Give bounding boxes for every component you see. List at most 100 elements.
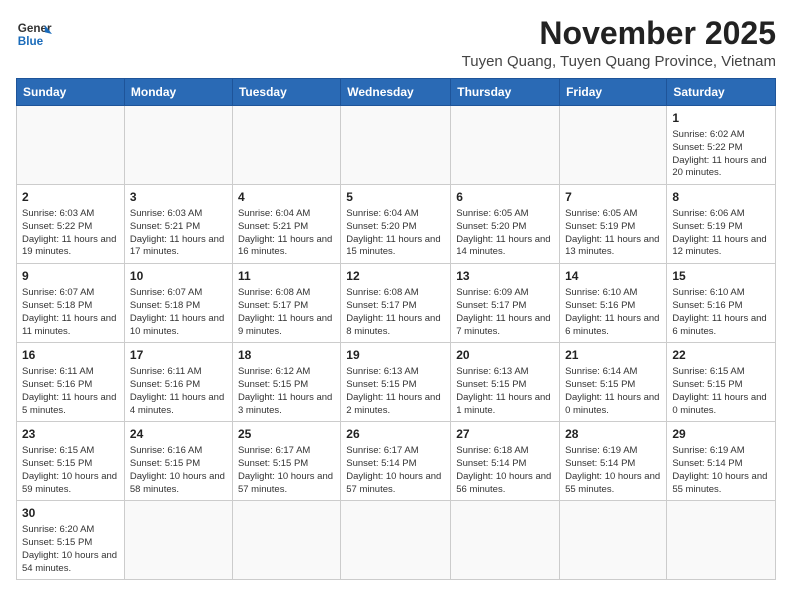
day-info: Sunrise: 6:17 AM Sunset: 5:14 PM Dayligh…	[346, 445, 445, 496]
calendar-cell: 22Sunrise: 6:15 AM Sunset: 5:15 PM Dayli…	[667, 343, 776, 422]
calendar-cell	[667, 501, 776, 580]
day-number: 3	[130, 189, 227, 206]
calendar-cell	[124, 501, 232, 580]
day-number: 17	[130, 347, 227, 364]
day-header-monday: Monday	[124, 79, 232, 106]
calendar-cell	[341, 501, 451, 580]
day-number: 16	[22, 347, 119, 364]
calendar-cell: 4 Sunrise: 6:04 AM Sunset: 5:21 PM Daylig…	[232, 185, 340, 264]
calendar-cell: 15 Sunrise: 6:10 AM Sunset: 5:16 PM Dayli…	[667, 264, 776, 343]
day-number: 5	[346, 189, 445, 206]
day-info: Sunrise: 6:09 AM Sunset: 5:17 PM Dayligh…	[456, 287, 554, 338]
calendar-cell: 2 Sunrise: 6:03 AM Sunset: 5:22 PM Daylig…	[17, 185, 125, 264]
day-number: 10	[130, 268, 227, 285]
day-header-thursday: Thursday	[451, 79, 560, 106]
day-number: 18	[238, 347, 335, 364]
day-number: 21	[565, 347, 661, 364]
day-info: Sunrise: 6:05 AM Sunset: 5:19 PM Dayligh…	[565, 208, 661, 259]
calendar-week-row: 16 Sunrise: 6:11 AM Sunset: 5:16 PM Dayli…	[17, 343, 776, 422]
svg-text:Blue: Blue	[18, 35, 44, 48]
day-number: 28	[565, 426, 661, 443]
day-number: 1	[672, 110, 770, 127]
day-info: Sunrise: 6:17 AM Sunset: 5:15 PM Dayligh…	[238, 445, 335, 496]
day-info: Sunrise: 6:04 AM Sunset: 5:21 PM Dayligh…	[238, 208, 335, 259]
day-info: Sunrise: 6:18 AM Sunset: 5:14 PM Dayligh…	[456, 445, 554, 496]
day-number: 11	[238, 268, 335, 285]
day-info: Sunrise: 6:11 AM Sunset: 5:16 PM Dayligh…	[22, 366, 119, 417]
day-info: Sunrise: 6:07 AM Sunset: 5:18 PM Dayligh…	[22, 287, 119, 338]
day-info: Sunrise: 6:06 AM Sunset: 5:19 PM Dayligh…	[672, 208, 770, 259]
day-number: 2	[22, 189, 119, 206]
day-info: Sunrise: 6:13 AM Sunset: 5:15 PM Dayligh…	[456, 366, 554, 417]
day-info: Sunrise: 6:11 AM Sunset: 5:16 PM Dayligh…	[130, 366, 227, 417]
day-info: Sunrise: 6:03 AM Sunset: 5:22 PM Dayligh…	[22, 208, 119, 259]
day-number: 25	[238, 426, 335, 443]
day-number: 14	[565, 268, 661, 285]
calendar-cell: 21 Sunrise: 6:14 AM Sunset: 5:15 PM Dayli…	[560, 343, 667, 422]
calendar-cell: 26 Sunrise: 6:17 AM Sunset: 5:14 PM Dayli…	[341, 422, 451, 501]
month-title: November 2025	[462, 16, 776, 51]
day-info: Sunrise: 6:12 AM Sunset: 5:15 PM Dayligh…	[238, 366, 335, 417]
day-number: 15	[672, 268, 770, 285]
calendar-week-row: 9 Sunrise: 6:07 AM Sunset: 5:18 PM Daylig…	[17, 264, 776, 343]
day-number: 9	[22, 268, 119, 285]
day-number: 26	[346, 426, 445, 443]
day-info: Sunrise: 6:20 AM Sunset: 5:15 PM Dayligh…	[22, 524, 119, 575]
calendar-cell: 27 Sunrise: 6:18 AM Sunset: 5:14 PM Dayli…	[451, 422, 560, 501]
day-info: Sunrise: 6:16 AM Sunset: 5:15 PM Dayligh…	[130, 445, 227, 496]
day-number: 4	[238, 189, 335, 206]
calendar-table: SundayMondayTuesdayWednesdayThursdayFrid…	[16, 78, 776, 580]
day-number: 8	[672, 189, 770, 206]
page-header: General Blue November 2025 Tuyen Quang, …	[16, 16, 776, 70]
calendar-cell: 28 Sunrise: 6:19 AM Sunset: 5:14 PM Dayli…	[560, 422, 667, 501]
day-number: 13	[456, 268, 554, 285]
calendar-cell	[232, 106, 340, 185]
calendar-cell: 20Sunrise: 6:13 AM Sunset: 5:15 PM Dayli…	[451, 343, 560, 422]
day-info: Sunrise: 6:10 AM Sunset: 5:16 PM Dayligh…	[565, 287, 661, 338]
calendar-cell: 18 Sunrise: 6:12 AM Sunset: 5:15 PM Dayli…	[232, 343, 340, 422]
calendar-cell: 10 Sunrise: 6:07 AM Sunset: 5:18 PM Dayli…	[124, 264, 232, 343]
calendar-cell	[232, 501, 340, 580]
calendar-cell: 3 Sunrise: 6:03 AM Sunset: 5:21 PM Daylig…	[124, 185, 232, 264]
calendar-cell: 29Sunrise: 6:19 AM Sunset: 5:14 PM Dayli…	[667, 422, 776, 501]
calendar-week-row: 23Sunrise: 6:15 AM Sunset: 5:15 PM Dayli…	[17, 422, 776, 501]
day-info: Sunrise: 6:08 AM Sunset: 5:17 PM Dayligh…	[346, 287, 445, 338]
day-info: Sunrise: 6:14 AM Sunset: 5:15 PM Dayligh…	[565, 366, 661, 417]
calendar-cell: 16 Sunrise: 6:11 AM Sunset: 5:16 PM Dayli…	[17, 343, 125, 422]
calendar-cell: 24 Sunrise: 6:16 AM Sunset: 5:15 PM Dayli…	[124, 422, 232, 501]
calendar-week-row: 1 Sunrise: 6:02 AM Sunset: 5:22 PM Daylig…	[17, 106, 776, 185]
calendar-cell: 11 Sunrise: 6:08 AM Sunset: 5:17 PM Dayli…	[232, 264, 340, 343]
calendar-week-row: 2 Sunrise: 6:03 AM Sunset: 5:22 PM Daylig…	[17, 185, 776, 264]
day-info: Sunrise: 6:08 AM Sunset: 5:17 PM Dayligh…	[238, 287, 335, 338]
calendar-cell	[451, 106, 560, 185]
day-info: Sunrise: 6:05 AM Sunset: 5:20 PM Dayligh…	[456, 208, 554, 259]
calendar-cell: 17 Sunrise: 6:11 AM Sunset: 5:16 PM Dayli…	[124, 343, 232, 422]
calendar-cell	[560, 501, 667, 580]
day-header-wednesday: Wednesday	[341, 79, 451, 106]
day-header-tuesday: Tuesday	[232, 79, 340, 106]
day-info: Sunrise: 6:07 AM Sunset: 5:18 PM Dayligh…	[130, 287, 227, 338]
calendar-cell: 9 Sunrise: 6:07 AM Sunset: 5:18 PM Daylig…	[17, 264, 125, 343]
day-info: Sunrise: 6:15 AM Sunset: 5:15 PM Dayligh…	[672, 366, 770, 417]
day-number: 6	[456, 189, 554, 206]
day-info: Sunrise: 6:03 AM Sunset: 5:21 PM Dayligh…	[130, 208, 227, 259]
calendar-cell	[17, 106, 125, 185]
calendar-cell: 8 Sunrise: 6:06 AM Sunset: 5:19 PM Daylig…	[667, 185, 776, 264]
day-number: 29	[672, 426, 770, 443]
calendar-cell: 23Sunrise: 6:15 AM Sunset: 5:15 PM Dayli…	[17, 422, 125, 501]
logo: General Blue	[16, 16, 52, 52]
calendar-cell	[560, 106, 667, 185]
day-number: 24	[130, 426, 227, 443]
calendar-cell: 30Sunrise: 6:20 AM Sunset: 5:15 PM Dayli…	[17, 501, 125, 580]
day-number: 27	[456, 426, 554, 443]
calendar-cell: 1 Sunrise: 6:02 AM Sunset: 5:22 PM Daylig…	[667, 106, 776, 185]
calendar-cell	[124, 106, 232, 185]
calendar-week-row: 30Sunrise: 6:20 AM Sunset: 5:15 PM Dayli…	[17, 501, 776, 580]
day-info: Sunrise: 6:13 AM Sunset: 5:15 PM Dayligh…	[346, 366, 445, 417]
day-info: Sunrise: 6:19 AM Sunset: 5:14 PM Dayligh…	[565, 445, 661, 496]
day-number: 12	[346, 268, 445, 285]
location-title: Tuyen Quang, Tuyen Quang Province, Vietn…	[462, 53, 776, 70]
calendar-cell: 19Sunrise: 6:13 AM Sunset: 5:15 PM Dayli…	[341, 343, 451, 422]
day-info: Sunrise: 6:10 AM Sunset: 5:16 PM Dayligh…	[672, 287, 770, 338]
day-info: Sunrise: 6:02 AM Sunset: 5:22 PM Dayligh…	[672, 129, 770, 180]
